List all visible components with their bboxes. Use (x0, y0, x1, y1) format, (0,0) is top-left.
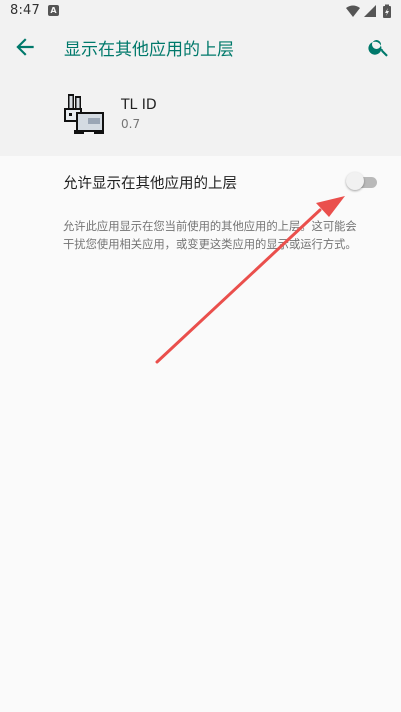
page-title: 显示在其他应用的上层 (64, 40, 234, 60)
permission-preference-row[interactable]: 允许显示在其他应用的上层 (0, 156, 401, 208)
permission-label: 允许显示在其他应用的上层 (63, 176, 237, 192)
app-bar: 显示在其他应用的上层 (0, 22, 401, 72)
app-name: TL ID (121, 97, 157, 113)
rabbit-icon (64, 94, 104, 134)
app-version: 0.7 (121, 117, 141, 131)
app-header: TL ID 0.7 (0, 72, 401, 156)
search-icon[interactable] (367, 35, 391, 59)
battery-charging-icon (383, 4, 391, 18)
wifi-icon (346, 5, 360, 17)
notification-a-icon: A (48, 5, 59, 16)
status-icons (346, 4, 391, 18)
permission-summary: 允许此应用显示在您当前使用的其他应用的上层。这可能会干扰您使用相关应用，或变更这… (63, 220, 357, 251)
status-bar: 8:47 A (0, 0, 401, 22)
signal-icon (364, 5, 376, 17)
permission-switch[interactable] (346, 172, 378, 192)
arrow-left-icon[interactable] (12, 34, 38, 60)
switch-thumb (346, 172, 364, 190)
status-time: 8:47 (10, 3, 40, 18)
